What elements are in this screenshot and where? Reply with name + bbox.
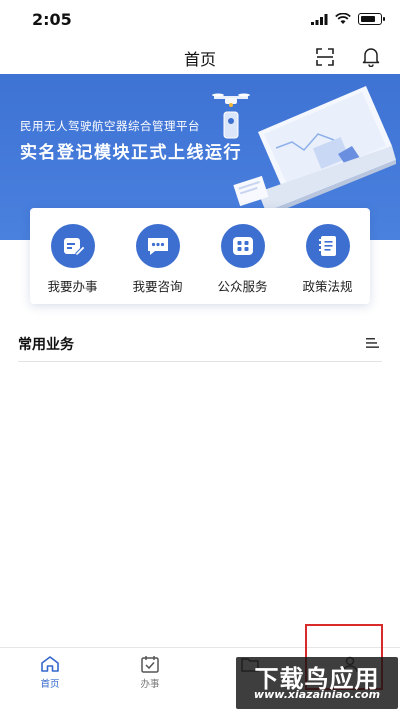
- tab-label: 首页: [40, 679, 60, 690]
- quick-action-policies[interactable]: 政策法规: [285, 208, 370, 304]
- edit-doc-icon: [50, 224, 95, 268]
- section-title: 常用业务: [18, 337, 74, 353]
- home-icon: [41, 656, 59, 672]
- quick-action-consult[interactable]: 我要咨询: [115, 208, 200, 304]
- calendar-check-icon: [141, 656, 159, 673]
- battery-fill: [360, 15, 375, 22]
- common-business-section: 常用业务: [18, 334, 382, 362]
- bell-icon[interactable]: [360, 45, 382, 67]
- scan-icon[interactable]: [314, 46, 336, 68]
- status-bar: 2:05: [0, 0, 400, 40]
- watermark-url: www.xiazainiao.com: [253, 688, 381, 701]
- chat-icon: [135, 224, 180, 268]
- quick-action-label: 政策法规: [302, 279, 353, 294]
- book-icon: [305, 224, 350, 268]
- signal-icon: [311, 13, 328, 25]
- watermark: 下载鸟应用 www.xiazainiao.com: [236, 657, 398, 709]
- banner-subtitle: 民用无人驾驶航空器综合管理平台: [20, 119, 200, 133]
- status-icons: [311, 13, 385, 25]
- battery-icon: [358, 13, 385, 25]
- quick-action-handle-affairs[interactable]: 我要办事: [30, 208, 115, 304]
- grid-icon: [220, 224, 265, 268]
- status-time: 2:05: [32, 10, 72, 29]
- tab-label: 办事: [140, 679, 160, 690]
- sort-icon[interactable]: [366, 337, 380, 349]
- nav-bar: 首页: [0, 40, 400, 74]
- quick-action-label: 我要办事: [47, 279, 98, 294]
- page-title: 首页: [183, 50, 216, 69]
- wifi-icon: [335, 13, 351, 24]
- tab-affairs[interactable]: 办事: [100, 648, 200, 712]
- quick-action-label: 公众服务: [217, 279, 268, 294]
- quick-actions-card: 我要办事 我要咨询 公众服务 政策法规: [30, 208, 370, 304]
- quick-action-public-service[interactable]: 公众服务: [200, 208, 285, 304]
- quick-action-label: 我要咨询: [132, 279, 183, 294]
- tab-home[interactable]: 首页: [0, 648, 100, 712]
